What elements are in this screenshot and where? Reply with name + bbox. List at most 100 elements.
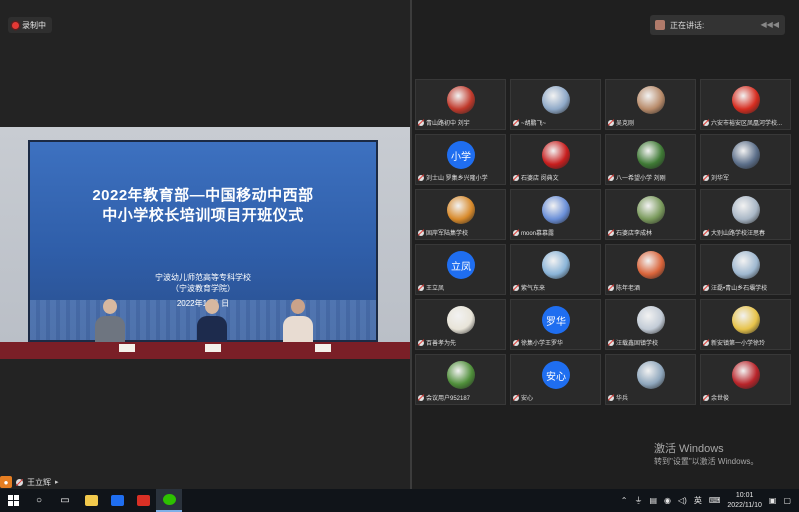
participant-tile[interactable]: 六安市裕安区凤凰河学校... — [700, 79, 791, 130]
participant-label: 余世俊 — [703, 393, 788, 402]
participant-tile[interactable]: 华兵 — [605, 354, 696, 405]
participant-tile[interactable]: 八一希望小学 刘刚 — [605, 134, 696, 185]
windows-taskbar: ○ ▭ ⌃ ⏚ ▤ ◉ ◁) 英 ⌨ 10:01 2022/11/10 ▣ ▢ — [0, 489, 799, 512]
participant-tile[interactable]: 刘华军 — [700, 134, 791, 185]
activation-title: 激活 Windows — [654, 443, 724, 455]
participant-tile[interactable]: 吴克刚 — [605, 79, 696, 130]
participant-avatar — [732, 306, 760, 334]
participant-tile[interactable]: ~胡鹏飞~ — [510, 79, 601, 130]
participant-label: 汪磊•青山乡石壩学校 — [703, 283, 788, 292]
participant-tile[interactable]: 会议用户952187 — [415, 354, 506, 405]
participant-tile[interactable]: 汪载鑫固镇学校 — [605, 299, 696, 350]
participant-label: 王立凤 — [418, 283, 503, 292]
mic-muted-icon — [16, 478, 23, 486]
display-icon[interactable]: ▣ — [769, 496, 777, 505]
meeting-app-button[interactable] — [104, 489, 130, 512]
participant-label: 八一希望小学 刘刚 — [608, 173, 693, 182]
nameplate-center — [205, 344, 221, 352]
participant-name: 王立凤 — [426, 286, 445, 292]
mic-muted-icon — [608, 229, 614, 236]
mic-muted-icon — [703, 229, 709, 236]
audio-wave-icon: ◀◀◀ — [760, 20, 779, 29]
wps-button[interactable] — [130, 489, 156, 512]
mic-muted-icon — [513, 394, 519, 401]
wps-icon — [136, 495, 150, 506]
participant-tile[interactable]: 陈年老酒 — [605, 244, 696, 295]
recording-badge[interactable]: 录制中 — [8, 17, 52, 33]
meeting-app-icon — [110, 495, 124, 506]
participant-tile[interactable]: 百善孝为先 — [415, 299, 506, 350]
participant-tile[interactable]: 立凤 王立凤 — [415, 244, 506, 295]
participant-tile[interactable]: 青山路初中 刘宇 — [415, 79, 506, 130]
mic-muted-icon — [703, 174, 709, 181]
participant-avatar — [447, 361, 475, 389]
participant-tile[interactable]: 石婆店李成林 — [605, 189, 696, 240]
participant-tile[interactable]: 汪磊•青山乡石壩学校 — [700, 244, 791, 295]
participant-name: 紫气东来 — [521, 286, 546, 292]
participant-name: 余世俊 — [711, 396, 730, 402]
participant-name: 会议用户952187 — [426, 396, 471, 402]
start-button[interactable] — [0, 489, 26, 512]
mic-muted-icon — [513, 229, 519, 236]
participant-name: 汪磊•青山乡石壩学校 — [711, 286, 768, 292]
participant-avatar — [637, 196, 665, 224]
participant-label: 陈年老酒 — [608, 283, 693, 292]
participant-tile[interactable]: 罗华 徐集小学王罗华 — [510, 299, 601, 350]
self-video-label[interactable]: ● 王立辉 ▸ — [0, 475, 59, 489]
volume-icon[interactable]: ◁) — [678, 496, 687, 505]
participant-tile[interactable]: 大别山路学校汪思春 — [700, 189, 791, 240]
participant-tile[interactable]: 石婆店 闵典文 — [510, 134, 601, 185]
clock[interactable]: 10:01 2022/11/10 — [727, 491, 762, 511]
task-view-button[interactable]: ▭ — [52, 489, 78, 512]
participant-name: 百善孝为先 — [426, 341, 457, 347]
slide-title-line2: 中小学校长培训项目开班仪式 — [102, 207, 304, 224]
ime-indicator[interactable]: 英 — [694, 495, 702, 506]
mic-muted-icon — [703, 284, 709, 291]
participant-label: 刘华军 — [703, 173, 788, 182]
activation-subtitle: 转到"设置"以激活 Windows。 — [654, 457, 759, 466]
participant-label: ~胡鹏飞~ — [513, 118, 598, 127]
participant-name: ~胡鹏飞~ — [521, 121, 547, 127]
participant-name: 青山路初中 刘宇 — [426, 121, 470, 127]
mic-muted-icon — [608, 394, 614, 401]
participant-name: 华兵 — [616, 396, 629, 402]
participant-tile[interactable]: 固岸军陆集学校 — [415, 189, 506, 240]
mic-muted-icon — [513, 339, 519, 346]
notifications-icon[interactable]: ▢ — [783, 496, 791, 505]
participant-label: 会议用户952187 — [418, 393, 503, 402]
participant-avatar — [542, 251, 570, 279]
tray-expand-icon[interactable]: ⌃ — [621, 496, 628, 505]
participant-tile[interactable]: 新安镇第一小学徐玲 — [700, 299, 791, 350]
participant-tile[interactable]: moon慕慕露 — [510, 189, 601, 240]
participant-name: 新安镇第一小学徐玲 — [711, 341, 766, 347]
mic-muted-icon — [418, 394, 424, 401]
participant-tile[interactable]: 余世俊 — [700, 354, 791, 405]
clock-time: 10:01 — [735, 491, 754, 499]
participant-avatar — [637, 251, 665, 279]
usb-icon[interactable]: ⏚ — [634, 495, 642, 506]
mic-muted-icon — [703, 394, 709, 401]
network-icon[interactable]: ▤ — [649, 496, 657, 505]
mic-muted-icon — [608, 119, 614, 126]
keyboard-icon[interactable]: ⌨ — [709, 496, 721, 505]
participant-tile[interactable]: 小学 刘士山 罗集乡兴隆小学 — [415, 134, 506, 185]
file-explorer-button[interactable] — [78, 489, 104, 512]
main-video-stage: 录制中 2022年教育部—中国移动中西部 中小学校长培训项目开班仪式 宁波幼儿师… — [0, 0, 410, 489]
expand-arrow-icon[interactable]: ▸ — [55, 478, 59, 486]
participant-avatar: 安心 — [542, 361, 570, 389]
participant-avatar — [447, 86, 475, 114]
participant-avatar — [637, 361, 665, 389]
wechat-tray-icon[interactable]: ◉ — [664, 496, 671, 505]
participant-label: 新安镇第一小学徐玲 — [703, 338, 788, 347]
search-button[interactable]: ○ — [26, 489, 52, 512]
participant-label: 刘士山 罗集乡兴隆小学 — [418, 173, 503, 182]
slide-org-line1: 宁波幼儿师范高等专科学校 — [155, 273, 251, 282]
participant-tile[interactable]: 安心 安心 — [510, 354, 601, 405]
participant-avatar — [542, 141, 570, 169]
wechat-button[interactable] — [156, 489, 182, 512]
participant-name: moon慕慕露 — [521, 231, 555, 237]
participant-tile[interactable]: 紫气东来 — [510, 244, 601, 295]
participant-label: 固岸军陆集学校 — [418, 228, 503, 237]
participant-avatar — [637, 306, 665, 334]
speaker-right — [282, 299, 314, 345]
